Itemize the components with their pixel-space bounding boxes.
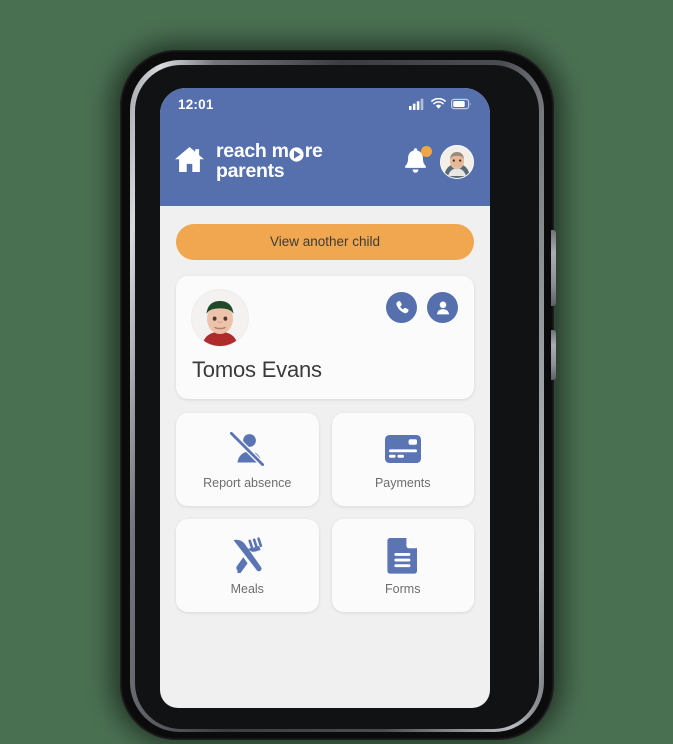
battery-icon [451, 98, 471, 110]
child-avatar [192, 290, 248, 346]
tile-label: Forms [385, 582, 421, 596]
call-button[interactable] [386, 292, 417, 323]
tile-icon-wrap [384, 429, 422, 469]
phone-screen: 12:01 reach m re parents View another ch… [160, 88, 490, 708]
credit-card-icon [384, 435, 421, 463]
tile-label: Payments [374, 476, 431, 490]
home-button[interactable] [174, 145, 205, 179]
screenshot-stage: 12:01 reach m re parents View another ch… [0, 0, 673, 744]
cutlery-icon [233, 537, 263, 573]
document-icon [387, 537, 418, 574]
brand-line-2: parents [216, 160, 285, 182]
notification-badge [421, 145, 432, 157]
screen-content: View another child Tomos Evans Report ab… [160, 206, 490, 612]
home-icon [175, 147, 204, 172]
phone-volume-button[interactable] [551, 330, 556, 380]
child-avatar-photo-icon [192, 290, 248, 346]
avatar[interactable] [440, 145, 474, 179]
notifications-button[interactable] [402, 145, 432, 178]
status-time: 12:01 [178, 96, 214, 112]
person-slash-icon [228, 431, 266, 467]
status-bar: 12:01 [160, 88, 490, 118]
tile-icon-wrap [387, 535, 418, 575]
tile-payments[interactable]: Payments [331, 413, 474, 506]
view-another-child-button[interactable]: View another child [176, 224, 474, 260]
child-profile-card[interactable]: Tomos Evans [176, 276, 474, 399]
person-icon [436, 301, 449, 314]
wifi-icon [431, 98, 446, 109]
tile-report-absence[interactable]: Report absence [176, 413, 319, 506]
app-header: reach m re parents [160, 118, 490, 206]
tile-label: Meals [230, 582, 264, 596]
phone-icon [395, 300, 409, 313]
tile-icon-wrap [228, 429, 266, 469]
brand-o-glyph-icon [289, 147, 304, 162]
child-contact-actions [386, 292, 458, 323]
tile-icon-wrap [228, 535, 266, 575]
status-icons [409, 98, 472, 110]
app-header-actions [402, 145, 474, 179]
child-card-header [192, 290, 458, 346]
tile-label: Report absence [203, 476, 292, 490]
brand-logo: reach m re parents [216, 140, 402, 182]
profile-button[interactable] [427, 292, 458, 323]
user-avatar-photo-icon [441, 146, 473, 178]
brand-text-b: re [304, 140, 323, 163]
tile-forms[interactable]: Forms [331, 519, 474, 612]
phone-power-button[interactable] [551, 230, 556, 306]
child-name: Tomos Evans [192, 357, 322, 382]
quick-actions-grid: Report absence Payments Meals Forms [176, 413, 474, 612]
tile-meals[interactable]: Meals [176, 519, 319, 612]
signal-icon [409, 98, 424, 110]
